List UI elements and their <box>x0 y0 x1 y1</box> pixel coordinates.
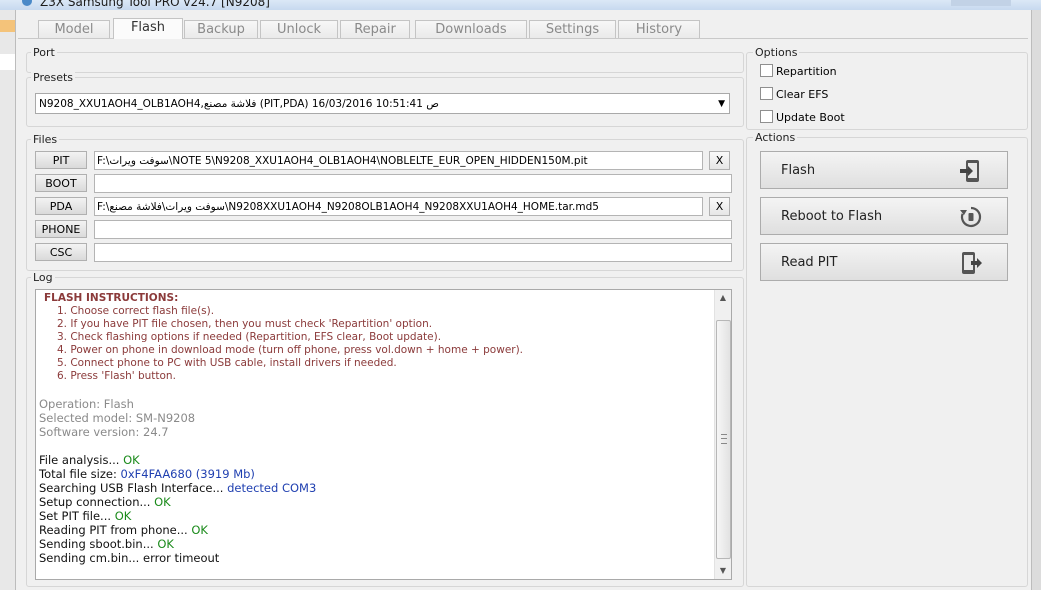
pit-path-field[interactable]: F:\سوفت ويرات\NOTE 5\N9208_XXU1AOH4_OLB1… <box>94 151 703 170</box>
tab-repair[interactable]: Repair <box>340 20 410 39</box>
csc-path-field[interactable] <box>94 243 732 262</box>
log-line-text: File analysis... <box>39 453 124 467</box>
phone-path-field[interactable] <box>94 220 732 239</box>
log-line-text: Total file size: <box>39 467 121 481</box>
log-info-line: Software version: 24.7 <box>39 425 169 439</box>
grip-icon <box>721 434 727 444</box>
presets-selected-value: N9208_XXU1AOH4_OLB1AOH4,فلاشة مصنع (PIT,… <box>39 98 439 110</box>
background-window-tab <box>0 20 15 32</box>
log-line-result: 0xF4FAA680 (3919 Mb) <box>120 467 255 481</box>
log-line-text: Set PIT file... <box>39 509 115 523</box>
reboot-icon <box>960 206 982 228</box>
pit-clear-button[interactable]: X <box>709 151 730 170</box>
scroll-down-icon[interactable]: ▼ <box>715 563 731 579</box>
instruction-line: 5. Connect phone to PC with USB cable, i… <box>57 357 397 369</box>
reboot-to-flash-button[interactable]: Reboot to Flash <box>760 197 1008 235</box>
instruction-line: 4. Power on phone in download mode (turn… <box>57 344 524 356</box>
phone-read-icon <box>962 252 982 274</box>
phone-flash-icon <box>960 160 979 182</box>
log-line-text: Sending cm.bin... error timeout <box>39 551 220 565</box>
instruction-line: 2. If you have PIT file chosen, then you… <box>57 318 433 330</box>
log-content: FLASH INSTRUCTIONS: 1. Choose correct fl… <box>39 292 715 565</box>
log-line-result: OK <box>114 509 132 523</box>
log-line-text: Sending sboot.bin... <box>39 537 158 551</box>
port-label: Port <box>31 46 57 59</box>
pda-button[interactable]: PDA <box>35 197 87 215</box>
flash-instructions: FLASH INSTRUCTIONS: 1. Choose correct fl… <box>39 292 715 383</box>
reboot-to-flash-button-label: Reboot to Flash <box>781 209 883 224</box>
log-line: Sending sboot.bin... OK <box>39 537 715 551</box>
log-line: Sending cm.bin... error timeout <box>39 551 715 565</box>
pda-clear-button[interactable]: X <box>709 197 730 216</box>
log-label: Log <box>31 271 55 284</box>
options-label: Options <box>753 46 800 59</box>
window-title: Z3X Samsung Tool PRO v24.7 [N9208] <box>40 0 270 9</box>
boot-button[interactable]: BOOT <box>35 174 87 192</box>
clear-efs-label: Clear EFS <box>776 88 829 101</box>
scroll-thumb[interactable] <box>716 320 731 559</box>
title-bar-extra <box>951 0 1011 6</box>
log-line-text: Searching USB Flash Interface... <box>39 481 228 495</box>
presets-dropdown[interactable]: N9208_XXU1AOH4_OLB1AOH4,فلاشة مصنع (PIT,… <box>35 93 730 114</box>
instruction-line: 6. Press 'Flash' button. <box>57 370 176 382</box>
app-icon <box>22 0 32 6</box>
port-group <box>26 52 744 73</box>
tab-unlock[interactable]: Unlock <box>260 20 338 39</box>
tab-downloads[interactable]: Downloads <box>415 20 527 39</box>
files-label: Files <box>31 133 60 146</box>
flash-button[interactable]: Flash <box>760 151 1008 189</box>
flash-button-label: Flash <box>781 163 816 178</box>
actions-label: Actions <box>753 131 798 144</box>
log-spacer <box>39 383 715 397</box>
log-info-line: Operation: Flash <box>39 397 134 411</box>
log-line-result: OK <box>154 495 171 509</box>
tab-backup[interactable]: Backup <box>184 20 258 39</box>
log-spacer <box>39 439 715 453</box>
presets-label: Presets <box>31 71 76 84</box>
main-window: Model Flash Backup Unlock Repair Downloa… <box>15 10 1032 590</box>
phone-button[interactable]: PHONE <box>35 220 87 238</box>
log-area[interactable]: FLASH INSTRUCTIONS: 1. Choose correct fl… <box>35 289 732 580</box>
log-line-result: OK <box>157 537 174 551</box>
tab-history[interactable]: History <box>618 20 700 39</box>
checkbox-box[interactable] <box>760 110 773 123</box>
log-line: File analysis... OK <box>39 453 715 467</box>
read-pit-button-label: Read PIT <box>781 255 838 270</box>
repartition-label: Repartition <box>776 65 837 78</box>
instruction-line: 3. Check flashing options if needed (Rep… <box>57 331 442 343</box>
tab-flash[interactable]: Flash <box>113 18 183 39</box>
pit-button[interactable]: PIT <box>35 151 87 169</box>
read-pit-button[interactable]: Read PIT <box>760 243 1008 281</box>
log-line: Searching USB Flash Interface... detecte… <box>39 481 715 495</box>
update-boot-label: Update Boot <box>776 111 845 124</box>
checkbox-box[interactable] <box>760 64 773 77</box>
chevron-down-icon[interactable]: ▼ <box>718 94 725 113</box>
boot-path-field[interactable] <box>94 174 732 193</box>
log-scrollbar[interactable]: ▲ ▼ <box>714 290 731 579</box>
tab-model[interactable]: Model <box>38 20 110 39</box>
log-line-result: OK <box>123 453 140 467</box>
log-line: Set PIT file... OK <box>39 509 715 523</box>
clear-efs-checkbox[interactable]: Clear EFS <box>760 87 828 103</box>
log-line-text: Setup connection... <box>39 495 155 509</box>
title-bar: Z3X Samsung Tool PRO v24.7 [N9208] <box>0 0 1041 10</box>
log-info-line: Selected model: SM-N9208 <box>39 411 196 425</box>
log-line: Reading PIT from phone... OK <box>39 523 715 537</box>
update-boot-checkbox[interactable]: Update Boot <box>760 110 845 126</box>
log-line-text: Reading PIT from phone... <box>39 523 192 537</box>
background-window-label <box>0 54 15 70</box>
tab-settings[interactable]: Settings <box>529 20 616 39</box>
log-line-result: OK <box>191 523 208 537</box>
instruction-line: 1. Choose correct flash file(s). <box>57 305 215 317</box>
log-line-result: detected COM3 <box>227 481 317 495</box>
pda-path-field[interactable]: F:\سوفت ويرات\فلاشة مصنع\N9208XXU1AOH4_N… <box>94 197 703 216</box>
scroll-up-icon[interactable]: ▲ <box>715 290 731 306</box>
background-window-edge <box>0 10 15 590</box>
log-line: Setup connection... OK <box>39 495 715 509</box>
instructions-title: FLASH INSTRUCTIONS: <box>44 292 179 304</box>
repartition-checkbox[interactable]: Repartition <box>760 64 837 80</box>
checkbox-box[interactable] <box>760 87 773 100</box>
log-line: Total file size: 0xF4FAA680 (3919 Mb) <box>39 467 715 481</box>
csc-button[interactable]: CSC <box>35 243 87 261</box>
